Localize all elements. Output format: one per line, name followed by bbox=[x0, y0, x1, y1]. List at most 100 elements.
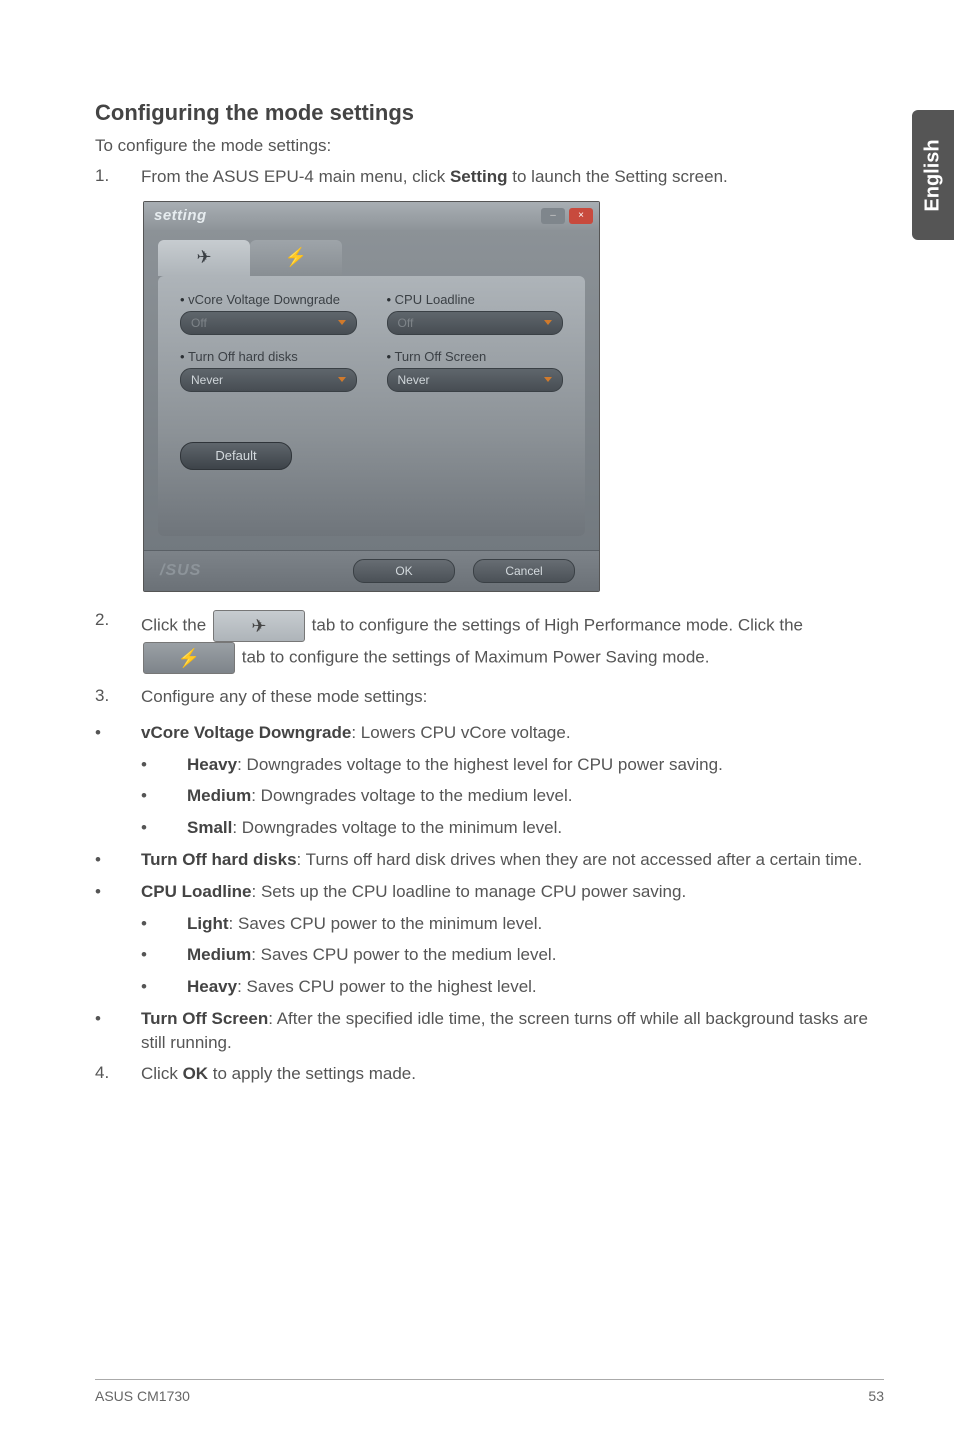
dialog-title: setting bbox=[154, 207, 207, 224]
bullet-vcore: • vCore Voltage Downgrade: Lowers CPU vC… bbox=[95, 721, 884, 745]
ok-button[interactable]: OK bbox=[353, 559, 455, 583]
step-number: 3. bbox=[95, 686, 113, 706]
step-4: 4. Click OK to apply the settings made. bbox=[95, 1063, 884, 1086]
asus-logo: /SUS bbox=[160, 562, 201, 580]
text: : Saves CPU power to the minimum level. bbox=[229, 914, 543, 933]
chevron-down-icon bbox=[544, 377, 552, 382]
hdd-select[interactable]: Never bbox=[180, 368, 357, 392]
text: : Lowers CPU vCore voltage. bbox=[351, 723, 570, 742]
text: to apply the settings made. bbox=[208, 1064, 416, 1083]
text: : Sets up the CPU loadline to manage CPU… bbox=[252, 882, 687, 901]
tab-high-performance[interactable]: ✈ bbox=[158, 240, 250, 276]
step-body: Click OK to apply the settings made. bbox=[141, 1063, 884, 1086]
bullet-icon: • bbox=[141, 784, 159, 808]
hdd-label: Turn Off hard disks bbox=[180, 349, 357, 364]
bold-text: Medium bbox=[187, 945, 251, 964]
bold-text: Heavy bbox=[187, 977, 237, 996]
bullet-vcore-medium: • Medium: Downgrades voltage to the medi… bbox=[95, 784, 884, 808]
bullet-icon: • bbox=[141, 912, 159, 936]
step-body: From the ASUS EPU-4 main menu, click Set… bbox=[141, 166, 884, 189]
chevron-down-icon bbox=[338, 377, 346, 382]
vcore-value: Off bbox=[191, 316, 207, 330]
vcore-select[interactable]: Off bbox=[180, 311, 357, 335]
dialog-footer: /SUS OK Cancel bbox=[144, 550, 599, 591]
bullet-screen: • Turn Off Screen: After the specified i… bbox=[95, 1007, 884, 1055]
text: Click the bbox=[141, 615, 211, 634]
intro-text: To configure the mode settings: bbox=[95, 136, 884, 156]
cpu-loadline-select[interactable]: Off bbox=[387, 311, 564, 335]
settings-panel: vCore Voltage Downgrade Off CPU Loadline… bbox=[158, 276, 585, 536]
bold-text: OK bbox=[183, 1064, 209, 1083]
bold-text: CPU Loadline bbox=[141, 882, 252, 901]
bullet-icon: • bbox=[95, 848, 113, 872]
language-tab: English bbox=[912, 110, 954, 240]
bullet-icon: • bbox=[95, 721, 113, 745]
bullet-cpu-light: • Light: Saves CPU power to the minimum … bbox=[95, 912, 884, 936]
screen-value: Never bbox=[398, 373, 430, 387]
text: to launch the Setting screen. bbox=[508, 167, 728, 186]
bullet-icon: • bbox=[141, 816, 159, 840]
text: : Downgrades voltage to the highest leve… bbox=[237, 755, 723, 774]
text: tab to configure the settings of Maximum… bbox=[237, 647, 709, 666]
step-number: 4. bbox=[95, 1063, 113, 1083]
page-footer: ASUS CM1730 53 bbox=[95, 1388, 884, 1404]
bullet-hdd: • Turn Off hard disks: Turns off hard di… bbox=[95, 848, 884, 872]
language-label: English bbox=[922, 139, 945, 211]
bold-text: Turn Off Screen bbox=[141, 1009, 268, 1028]
close-button[interactable]: × bbox=[569, 208, 593, 224]
bullet-cpu-medium: • Medium: Saves CPU power to the medium … bbox=[95, 943, 884, 967]
chevron-down-icon bbox=[544, 320, 552, 325]
bold-text: Heavy bbox=[187, 755, 237, 774]
text: : Saves CPU power to the highest level. bbox=[237, 977, 537, 996]
step-3: 3. Configure any of these mode settings: bbox=[95, 686, 884, 709]
power-icon: ⚡ bbox=[285, 247, 307, 268]
step-1: 1. From the ASUS EPU-4 main menu, click … bbox=[95, 166, 884, 189]
text: : Downgrades voltage to the minimum leve… bbox=[232, 818, 562, 837]
bullet-cpu-heavy: • Heavy: Saves CPU power to the highest … bbox=[95, 975, 884, 999]
tab-power-saving[interactable]: ⚡ bbox=[250, 240, 342, 276]
cpu-loadline-label: CPU Loadline bbox=[387, 292, 564, 307]
mode-tabs: ✈ ⚡ bbox=[144, 230, 599, 276]
airplane-icon: ✈ bbox=[196, 247, 211, 268]
bullet-icon: • bbox=[141, 975, 159, 999]
text: : Downgrades voltage to the medium level… bbox=[251, 786, 572, 805]
bullet-icon: • bbox=[141, 943, 159, 967]
text: : Saves CPU power to the medium level. bbox=[251, 945, 556, 964]
bold-text: Light bbox=[187, 914, 229, 933]
bold-text: vCore Voltage Downgrade bbox=[141, 723, 351, 742]
hdd-value: Never bbox=[191, 373, 223, 387]
footer-product: ASUS CM1730 bbox=[95, 1388, 190, 1404]
default-button[interactable]: Default bbox=[180, 442, 292, 470]
bullet-cpu-loadline: • CPU Loadline: Sets up the CPU loadline… bbox=[95, 880, 884, 904]
bold-text: Medium bbox=[187, 786, 251, 805]
text: tab to configure the settings of High Pe… bbox=[307, 615, 803, 634]
step-2: 2. Click the ✈ tab to configure the sett… bbox=[95, 610, 884, 674]
step-number: 2. bbox=[95, 610, 113, 630]
cancel-button[interactable]: Cancel bbox=[473, 559, 575, 583]
text: Click bbox=[141, 1064, 183, 1083]
cpu-loadline-value: Off bbox=[398, 316, 414, 330]
step-body: Click the ✈ tab to configure the setting… bbox=[141, 610, 884, 674]
screen-select[interactable]: Never bbox=[387, 368, 564, 392]
vcore-label: vCore Voltage Downgrade bbox=[180, 292, 357, 307]
inline-tab-ps-icon: ⚡ bbox=[143, 642, 235, 674]
bullet-icon: • bbox=[95, 1007, 113, 1031]
bullet-icon: • bbox=[95, 880, 113, 904]
footer-divider bbox=[95, 1379, 884, 1380]
inline-tab-hp-icon: ✈ bbox=[213, 610, 305, 642]
text: From the ASUS EPU-4 main menu, click bbox=[141, 167, 450, 186]
bold-text: Turn Off hard disks bbox=[141, 850, 297, 869]
footer-page-number: 53 bbox=[868, 1388, 884, 1404]
bullet-icon: • bbox=[141, 753, 159, 777]
screen-label: Turn Off Screen bbox=[387, 349, 564, 364]
bullet-vcore-heavy: • Heavy: Downgrades voltage to the highe… bbox=[95, 753, 884, 777]
bold-text: Setting bbox=[450, 167, 508, 186]
minimize-button[interactable]: – bbox=[541, 208, 565, 224]
dialog-titlebar: setting – × bbox=[144, 202, 599, 230]
setting-dialog-screenshot: setting – × ✈ ⚡ vCore Voltage Downgrade … bbox=[143, 201, 600, 592]
step-number: 1. bbox=[95, 166, 113, 186]
bold-text: Small bbox=[187, 818, 232, 837]
text: : Turns off hard disk drives when they a… bbox=[297, 850, 863, 869]
bullet-vcore-small: • Small: Downgrades voltage to the minim… bbox=[95, 816, 884, 840]
section-heading: Configuring the mode settings bbox=[95, 100, 884, 126]
